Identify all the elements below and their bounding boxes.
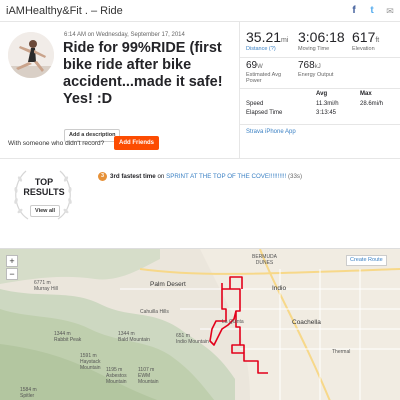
map-label: Thermal [332, 349, 351, 355]
stats-header-avg: Avg [316, 91, 328, 97]
energy-unit: kJ [314, 64, 321, 70]
activity-date: 6:14 AM on Wednesday, September 17, 2014 [64, 32, 185, 38]
page-header: iAMHealthy&Fit . – Ride f t ✉ [0, 0, 400, 22]
map-label: 1107 m EWM Mountain [138, 367, 159, 385]
zoom-out-button[interactable]: − [6, 268, 18, 280]
page-title: iAMHealthy&Fit . – Ride [6, 5, 123, 17]
map-city-label: Coachella [292, 319, 321, 326]
map-label: La Quinta [222, 319, 244, 325]
facebook-share-icon[interactable]: f [348, 5, 360, 17]
segment-time: (33s) [287, 173, 303, 180]
with-someone-row: With someone who didn't record? Add Frie… [0, 130, 240, 158]
map-city-label: Palm Desert [150, 281, 186, 288]
elevation-value: 617ft [352, 29, 380, 45]
twitter-share-icon[interactable]: t [366, 5, 378, 17]
map-label: 651 m Indio Mountain [176, 333, 209, 345]
speed-label: Speed [246, 101, 264, 107]
map-label: BERMUDA DUNES [252, 254, 278, 266]
create-route-button[interactable]: Create Route [346, 255, 387, 266]
stats-divider [240, 124, 400, 125]
distance-value: 35.21mi [246, 29, 289, 45]
email-share-icon[interactable]: ✉ [384, 5, 396, 17]
power-unit: W [257, 64, 263, 70]
power-label: Estimated Avg Power [246, 72, 282, 84]
elevation-unit: ft [375, 37, 380, 44]
elapsed-time-label: Elapsed Time [246, 110, 283, 116]
route-map[interactable]: + − Create Route 6771 m Murray Hill Palm… [0, 248, 400, 400]
energy-value: 768kJ [298, 60, 321, 71]
speed-avg: 11.3mi/h [316, 101, 339, 107]
device-link[interactable]: Strava iPhone App [246, 129, 296, 135]
achievement-item: 3 3rd fastest time on SPRINT AT THE TOP O… [98, 171, 302, 183]
map-terrain [0, 249, 400, 400]
activity-title[interactable]: Ride for 99%RIDE (first bike ride after … [63, 40, 235, 108]
stats-header-max: Max [360, 91, 372, 97]
stats-divider [240, 88, 400, 89]
add-friends-button[interactable]: Add Friends [114, 136, 160, 150]
activity-stats: 35.21mi Distance (?) 3:06:18 Moving Time… [240, 22, 400, 158]
stats-divider [240, 57, 400, 58]
top-results-heading: TOP RESULTS [23, 177, 65, 197]
speed-max: 28.6mi/h [360, 101, 384, 107]
energy-label: Energy Output [298, 72, 334, 78]
map-label: 1344 m Rabbit Peak [54, 331, 82, 343]
achievement-rank: 3rd fastest time [110, 173, 156, 180]
distance-unit: mi [281, 37, 289, 44]
elapsed-time-avg: 3:13:45 [316, 110, 337, 116]
map-label: 1195 m Asbestos Mountain [106, 367, 127, 385]
map-label: 1344 m Bald Mountain [118, 331, 150, 343]
avatar[interactable] [8, 32, 54, 78]
map-label: 1591 m Haystack Mountain [80, 353, 101, 371]
distance-label[interactable]: Distance (?) [246, 46, 276, 52]
segment-link[interactable]: SPRINT AT THE TOP OF THE COVE!!!!!!!!!! [166, 173, 286, 180]
view-all-button[interactable]: View all [30, 205, 61, 217]
map-label: Cahuilla Hills [140, 309, 169, 315]
power-value: 69W [246, 60, 263, 71]
achievement-on: on [157, 173, 165, 180]
map-label: 1584 m Spitler [20, 387, 37, 399]
zoom-in-button[interactable]: + [6, 255, 18, 267]
medal-icon: 3 [98, 171, 107, 181]
section-divider [0, 158, 400, 159]
elevation-label: Elevation [352, 46, 375, 52]
moving-time-value: 3:06:18 [298, 29, 345, 45]
map-city-label: Indio [272, 285, 287, 292]
avatar-photo [8, 32, 54, 78]
map-label: 6771 m Murray Hill [34, 280, 58, 292]
with-someone-text: With someone who didn't record? [8, 140, 105, 147]
moving-time-label: Moving Time [298, 46, 330, 52]
